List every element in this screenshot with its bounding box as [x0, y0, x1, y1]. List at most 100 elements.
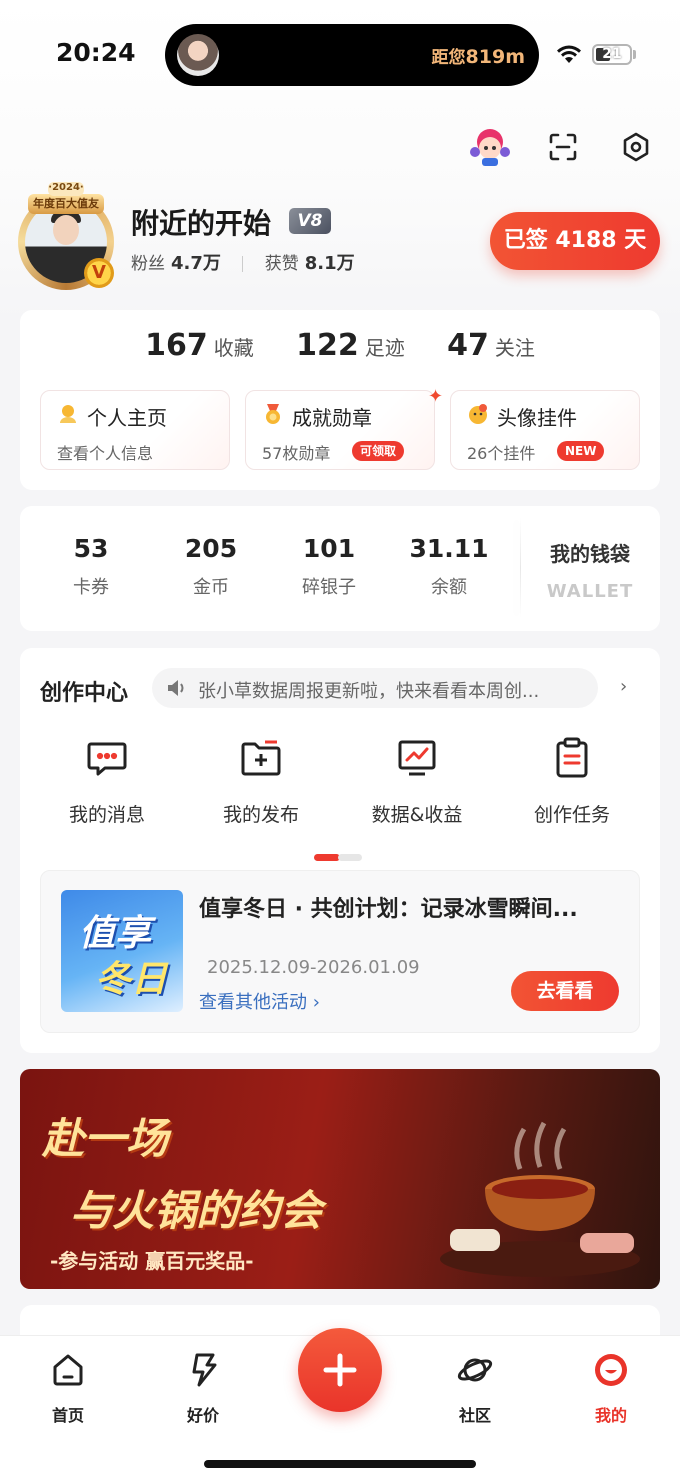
wallet-title: 我的钱袋: [550, 542, 630, 566]
notice-bar[interactable]: 张小草数据周报更新啦，快来看看本周创...: [152, 668, 598, 708]
asset-balance[interactable]: 31.11 余额: [394, 534, 504, 599]
count-history[interactable]: 122 足迹: [296, 328, 405, 363]
asset-label: 卡券: [73, 577, 109, 598]
activity-thumbnail: 值享 冬日: [61, 890, 183, 1012]
planet-icon: [457, 1358, 493, 1382]
plus-icon: [323, 1353, 357, 1387]
island-prefix: 距您: [431, 48, 466, 68]
profile-summary-card: 167 收藏 122 足迹 47 关注 个人主页 查看个人信息 成就勋章 57枚勋章 …: [20, 310, 660, 490]
level-badge[interactable]: V8: [289, 208, 331, 234]
mini-card-sub: 26个挂件: [467, 444, 536, 463]
tab-mine[interactable]: 我的: [566, 1352, 656, 1426]
avatar-pendant-banner: 年度百大值友: [28, 194, 104, 214]
activity-date: 2025.12.09-2026.01.09: [207, 957, 420, 978]
assets-card: 53 卡券 205 金币 101 碎银子 31.11 余额 我的钱袋 WALLE…: [20, 506, 660, 631]
wallet-divider: [520, 518, 521, 618]
tab-label: 社区: [458, 1406, 491, 1425]
chevron-right-icon[interactable]: ›: [620, 676, 627, 697]
island-avatar-icon: [177, 34, 219, 76]
battery-icon: 21: [592, 44, 632, 65]
settings-icon[interactable]: [613, 124, 659, 170]
asset-value: 53: [73, 534, 109, 563]
tab-home[interactable]: 首页: [23, 1352, 113, 1426]
achievement-medal-card[interactable]: 成就勋章 57枚勋章 可领取: [245, 390, 435, 470]
notice-text: 张小草数据周报更新啦，快来看看本周创...: [198, 681, 540, 702]
tab-label: 我的: [594, 1406, 627, 1425]
status-bar: 20:24 距您819m 21: [0, 0, 680, 110]
mini-card-title: 个人主页: [87, 406, 167, 430]
page-dot-active: [314, 854, 340, 861]
mini-card-sub: 查看个人信息: [57, 444, 154, 463]
stats-divider: [242, 256, 244, 272]
asset-value: 101: [302, 534, 356, 563]
avatar-pendant-year: ·2024·: [48, 182, 84, 196]
mascot-icon[interactable]: [467, 124, 513, 170]
mini-card-sub: 57枚勋章: [262, 444, 331, 463]
asset-silver[interactable]: 101 碎银子: [274, 534, 384, 599]
hotpot-promo-banner[interactable]: 赴一场 与火锅的约会 -参与活动 赢百元奖品-: [20, 1069, 660, 1289]
avatar-pendant-icon: [469, 404, 487, 424]
page-dot: [338, 854, 362, 861]
counts-row: 167 收藏 122 足迹 47 关注: [20, 328, 660, 363]
fans-label: 粉丝: [131, 254, 165, 274]
claimable-tag: 可领取: [352, 441, 405, 461]
tool-label: 数据&收益: [371, 804, 463, 826]
task-clipboard-icon: [556, 737, 588, 778]
speaker-icon: [168, 680, 184, 696]
avatar-pendant-card[interactable]: 头像挂件 26个挂件 NEW: [450, 390, 640, 470]
likes-label: 获赞: [264, 254, 299, 274]
profile-stats: 粉丝 4.7万 获赞 8.1万: [131, 249, 355, 275]
new-tag: NEW: [557, 441, 605, 461]
asset-label: 金币: [193, 577, 229, 598]
message-icon: [87, 742, 127, 776]
asset-label: 碎银子: [302, 577, 356, 598]
tool-my-publish[interactable]: 我的发布: [196, 736, 326, 827]
tool-creation-tasks[interactable]: 创作任务: [507, 736, 637, 827]
vip-badge-icon: V: [84, 258, 114, 288]
thumbnail-text: 冬日: [95, 959, 168, 1000]
other-activities-link[interactable]: 查看其他活动 ›: [199, 988, 320, 1014]
tab-label: 首页: [51, 1406, 84, 1425]
tool-label: 创作任务: [533, 804, 610, 826]
count-following[interactable]: 47 关注: [447, 328, 535, 363]
mini-card-title: 成就勋章: [292, 406, 372, 430]
avatar[interactable]: 年度百大值友 ·2024· V: [14, 182, 116, 292]
go-see-button[interactable]: 去看看: [511, 971, 619, 1011]
create-post-button[interactable]: [298, 1328, 382, 1412]
my-wallet[interactable]: 我的钱袋 WALLET: [532, 538, 648, 602]
asset-coupons[interactable]: 53 卡券: [36, 534, 146, 599]
likes-value: 8.1万: [304, 253, 355, 274]
home-icon: [53, 1354, 83, 1386]
thumbnail-text: 值享: [79, 913, 152, 954]
count-favorites[interactable]: 167 收藏: [145, 328, 254, 363]
scan-icon[interactable]: [540, 124, 586, 170]
dynamic-island[interactable]: 距您819m: [165, 24, 539, 86]
status-time: 20:24: [56, 38, 136, 67]
mini-card-title: 头像挂件: [497, 406, 577, 430]
asset-value: 205: [184, 534, 238, 563]
activity-card[interactable]: 值享 冬日 值享冬日 · 共创计划：记录冰雪瞬间... 2025.12.09-2…: [40, 870, 640, 1033]
battery-cap: [633, 50, 636, 59]
tool-my-messages[interactable]: 我的消息: [42, 736, 172, 827]
island-distance: 819m: [465, 46, 525, 68]
tool-label: 我的消息: [68, 804, 145, 826]
home-indicator: [204, 1460, 476, 1468]
tab-community[interactable]: 社区: [430, 1352, 520, 1426]
island-distance-text: 距您819m: [432, 43, 525, 68]
sparkle-icon: ✦: [428, 386, 444, 407]
publish-icon: [241, 740, 281, 776]
activity-title: 值享冬日 · 共创计划：记录冰雪瞬间...: [199, 897, 578, 922]
data-chart-icon: [398, 740, 436, 776]
personal-homepage-card[interactable]: 个人主页 查看个人信息: [40, 390, 230, 470]
wallet-subtitle: WALLET: [546, 581, 634, 602]
username[interactable]: 附近的开始: [131, 202, 271, 242]
creator-center-title: 创作中心: [40, 681, 129, 706]
tool-data-earnings[interactable]: 数据&收益: [352, 736, 482, 827]
page-indicator: [314, 846, 362, 865]
checkin-button[interactable]: 已签 4188 天: [490, 212, 660, 270]
user-home-icon: [60, 405, 76, 423]
hotpot-illustration: [440, 1121, 640, 1277]
tab-deals[interactable]: 好价: [158, 1352, 248, 1426]
fans-value: 4.7万: [171, 253, 221, 274]
asset-gold-coins[interactable]: 205 金币: [156, 534, 266, 599]
